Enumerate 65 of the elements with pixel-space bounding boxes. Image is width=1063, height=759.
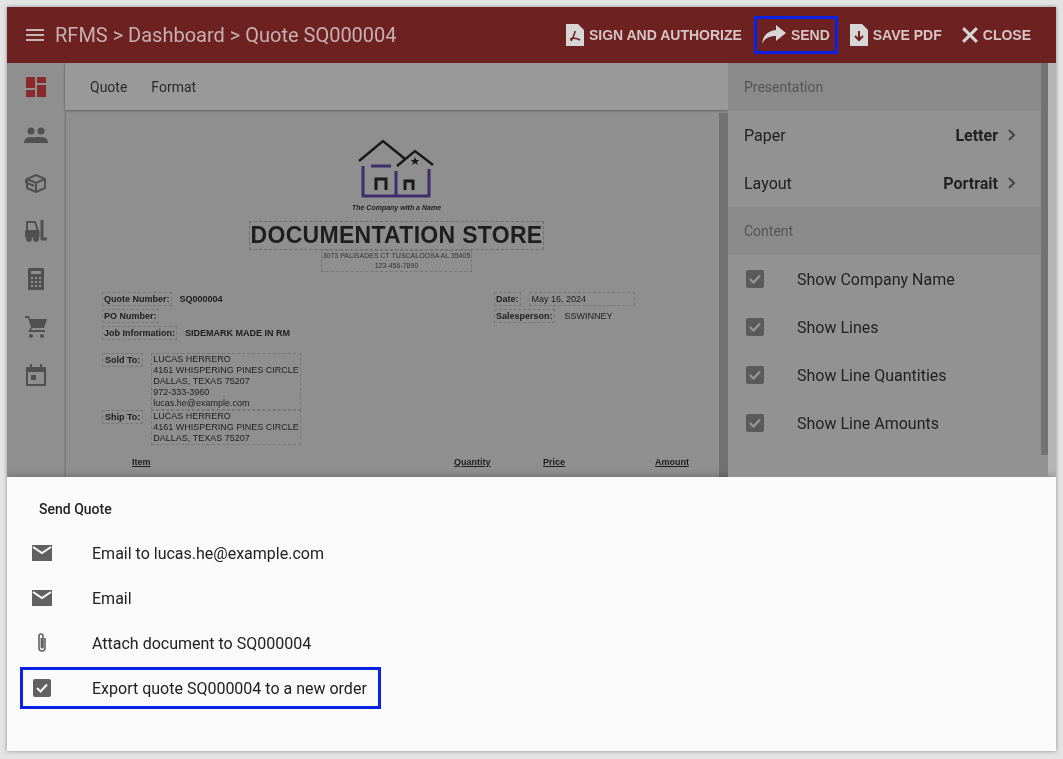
checked-box-icon: [30, 679, 54, 697]
option-value[interactable]: Letter: [955, 125, 998, 145]
forward-arrow-icon: [761, 25, 786, 45]
checkbox-label: Show Company Name: [797, 269, 955, 289]
sheet-title: Send Quote: [38, 501, 113, 517]
field-label: Quote Number:: [102, 292, 172, 306]
option-value[interactable]: Portrait: [943, 173, 998, 193]
checkbox[interactable]: [746, 366, 764, 384]
calculator-icon[interactable]: [27, 268, 44, 290]
checkbox[interactable]: [746, 414, 764, 432]
dashboard-icon[interactable]: [25, 77, 46, 97]
checkmark-icon: [749, 322, 761, 332]
option-label: Layout: [744, 173, 792, 193]
close-icon: [961, 27, 978, 43]
column-header: Price: [543, 457, 566, 468]
menu-icon[interactable]: [26, 29, 44, 41]
chevron-right-icon[interactable]: [1008, 129, 1016, 141]
chevron-right-icon[interactable]: [1008, 177, 1016, 189]
breadcrumb-title: RFMS > Dashboard > Quote SQ000004: [55, 23, 397, 47]
checkbox-label: Show Lines: [797, 317, 879, 337]
header-action-button[interactable]: SAVE PDF: [841, 15, 950, 55]
people-icon[interactable]: [23, 127, 48, 143]
menu-item[interactable]: Attach document to SQ000004: [20, 622, 381, 664]
scrollbar[interactable]: [1041, 63, 1048, 455]
address-block: LUCAS HERRERO 4161 WHISPERING PINES CIRCLE DALLAS, TEXAS 75207: [151, 410, 301, 445]
shopping-cart-icon[interactable]: [24, 316, 47, 338]
menu-item[interactable]: Email to lucas.he@example.com: [20, 532, 381, 574]
header-action-button[interactable]: SEND: [753, 16, 838, 54]
column-header: Item: [132, 457, 151, 468]
calendar-icon[interactable]: [25, 364, 46, 386]
field-label: Job Information:: [102, 326, 177, 340]
column-header: Quantity: [454, 457, 491, 468]
checkmark-icon: [749, 370, 761, 380]
checkbox-label: Show Line Quantities: [797, 365, 947, 385]
field-value: SQ000004: [179, 294, 223, 304]
company-name: DOCUMENTATION STORE: [248, 221, 545, 250]
checkmark-icon: [749, 418, 761, 428]
field-value: SIDEMARK MADE IN RM: [185, 328, 290, 338]
mail-icon: [30, 545, 54, 561]
forklift-icon[interactable]: [24, 220, 47, 242]
field-label: PO Number:: [102, 309, 159, 323]
tab[interactable]: Format: [151, 78, 197, 95]
party-label: Sold To:: [102, 353, 144, 367]
checkmark-icon: [749, 274, 761, 284]
checkbox-label: Show Line Amounts: [797, 413, 939, 433]
field-label: Date:: [494, 292, 521, 306]
party-label: Ship To:: [102, 410, 144, 424]
scrollbar[interactable]: [719, 113, 728, 477]
option-label: Paper: [744, 125, 786, 145]
checkbox[interactable]: [746, 318, 764, 336]
menu-item[interactable]: Export quote SQ000004 to a new order: [20, 667, 381, 709]
checkbox[interactable]: [746, 270, 764, 288]
download-file-icon: [849, 24, 868, 46]
tab[interactable]: Quote: [90, 78, 128, 95]
box-icon[interactable]: [24, 173, 47, 193]
column-header: Amount: [655, 457, 689, 468]
menu-item[interactable]: Email: [20, 577, 381, 619]
pdf-file-icon: [565, 24, 584, 46]
header-action-button[interactable]: SIGN AND AUTHORIZE: [557, 15, 750, 55]
address-block: LUCAS HERRERO 4161 WHISPERING PINES CIRCLE DALLAS, TEXAS 75207 972-333-3960 lucas.he@example.com: [151, 353, 301, 410]
header-action-button[interactable]: CLOSE: [953, 18, 1039, 52]
field-value: May 16, 2024: [528, 292, 635, 306]
field-value: SSWINNEY: [563, 310, 614, 322]
field-label: Salesperson:: [494, 309, 555, 323]
mail-icon: [30, 590, 54, 606]
